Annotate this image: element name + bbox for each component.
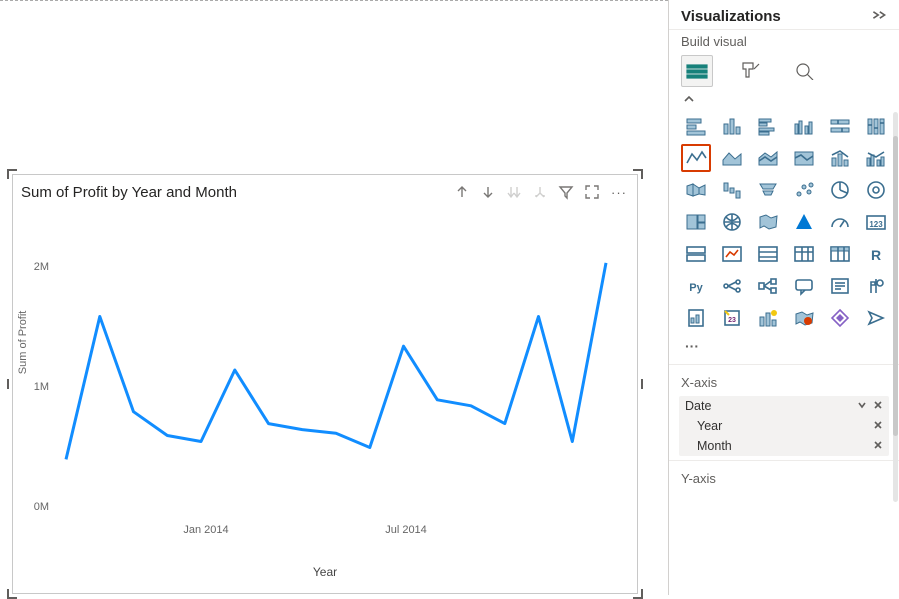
viz-area-chart[interactable] xyxy=(717,144,747,172)
drill-down-icon[interactable] xyxy=(479,183,497,201)
viz-stacked-column[interactable] xyxy=(717,112,747,140)
filter-icon[interactable] xyxy=(557,183,575,201)
panel-header: Visualizations xyxy=(669,0,899,30)
more-visuals-icon[interactable]: ··· xyxy=(669,338,899,364)
viz-stacked-area[interactable] xyxy=(753,144,783,172)
viz-pie[interactable] xyxy=(825,176,855,204)
expand-all-icon[interactable] xyxy=(531,183,549,201)
viz-map[interactable] xyxy=(717,208,747,236)
plot-area: Sum of Profit 0M 1M 2M Jan 2014 Jul 2014 xyxy=(21,215,629,563)
viz-table[interactable] xyxy=(789,240,819,268)
viz-card[interactable]: 123 xyxy=(861,208,891,236)
viz-clustered-column[interactable] xyxy=(789,112,819,140)
visual-header: Sum of Profit by Year and Month ··· xyxy=(13,175,637,205)
viz-funnel[interactable] xyxy=(753,176,783,204)
chevron-up-icon[interactable] xyxy=(683,91,695,106)
remove-field-icon[interactable] xyxy=(873,419,883,433)
viz-key-influencers[interactable] xyxy=(717,272,747,300)
viz-paginated-report[interactable] xyxy=(681,304,711,332)
panel-tabs xyxy=(669,55,899,89)
chevron-down-icon[interactable] xyxy=(857,399,867,413)
viz-gauge[interactable] xyxy=(825,208,855,236)
viz-ribbon-chart[interactable] xyxy=(681,176,711,204)
viz-donut[interactable] xyxy=(861,176,891,204)
page-boundary xyxy=(0,0,668,4)
viz-matrix[interactable] xyxy=(825,240,855,268)
remove-field-icon[interactable] xyxy=(873,439,883,453)
svg-text:23: 23 xyxy=(728,317,736,324)
visual-title: Sum of Profit by Year and Month xyxy=(21,184,453,201)
line-chart-visual[interactable]: Sum of Profit by Year and Month ··· Sum … xyxy=(12,174,638,594)
svg-text:123: 123 xyxy=(869,220,883,229)
visualization-type-grid: 123 R Py 23 xyxy=(669,108,899,338)
chart-svg: 0M 1M 2M Jan 2014 Jul 2014 xyxy=(21,215,621,545)
more-options-icon[interactable]: ··· xyxy=(609,185,629,200)
viz-waterfall[interactable] xyxy=(717,176,747,204)
viz-stacked-bar[interactable] xyxy=(681,112,711,140)
visual-header-icons: ··· xyxy=(453,183,629,201)
viz-filled-map[interactable] xyxy=(753,208,783,236)
expand-next-level-icon[interactable] xyxy=(505,183,523,201)
viz-line-clustered-column[interactable] xyxy=(861,144,891,172)
y-axis-label: Sum of Profit xyxy=(17,311,29,375)
tab-build[interactable] xyxy=(681,55,713,87)
viz-line-stacked-column[interactable] xyxy=(825,144,855,172)
x-axis-section-label: X-axis xyxy=(669,364,899,396)
y-tick-1: 1M xyxy=(34,381,49,393)
svg-text:Py: Py xyxy=(689,282,703,294)
field-date[interactable]: Date xyxy=(679,396,889,416)
viz-decomposition-tree[interactable] xyxy=(753,272,783,300)
x-tick-jan: Jan 2014 xyxy=(183,524,228,536)
viz-power-automate[interactable] xyxy=(753,304,783,332)
viz-slicer[interactable] xyxy=(753,240,783,268)
x-tick-jul: Jul 2014 xyxy=(385,524,427,536)
viz-smart-narrative[interactable] xyxy=(825,272,855,300)
y-tick-0: 0M xyxy=(34,501,49,513)
viz-custom-visual[interactable] xyxy=(825,304,855,332)
viz-line-chart[interactable] xyxy=(681,144,711,172)
viz-100-stacked-area[interactable] xyxy=(789,144,819,172)
focus-mode-icon[interactable] xyxy=(583,183,601,201)
viz-power-apps[interactable]: 23 xyxy=(717,304,747,332)
viz-100-stacked-bar[interactable] xyxy=(825,112,855,140)
y-tick-2: 2M xyxy=(34,261,49,273)
collapse-panel-icon[interactable] xyxy=(871,9,887,24)
viz-get-more[interactable] xyxy=(861,304,891,332)
x-axis-field-well[interactable]: Date Year Month xyxy=(679,396,889,456)
field-month[interactable]: Month xyxy=(679,436,889,456)
viz-azure-map[interactable] xyxy=(789,208,819,236)
viz-r-script[interactable]: R xyxy=(861,240,891,268)
tab-format[interactable] xyxy=(735,55,767,87)
drill-up-icon[interactable] xyxy=(453,183,471,201)
viz-kpi[interactable] xyxy=(717,240,747,268)
viz-treemap[interactable] xyxy=(681,208,711,236)
y-axis-section-label: Y-axis xyxy=(669,460,899,492)
viz-multi-row-card[interactable] xyxy=(681,240,711,268)
field-year[interactable]: Year xyxy=(679,416,889,436)
viz-qa[interactable] xyxy=(789,272,819,300)
visualizations-panel: Visualizations Build visual xyxy=(668,0,899,595)
line-series xyxy=(66,263,606,460)
panel-scrollbar[interactable] xyxy=(893,112,898,502)
remove-field-icon[interactable] xyxy=(873,399,883,413)
viz-goals[interactable] xyxy=(861,272,891,300)
viz-arcgis[interactable] xyxy=(789,304,819,332)
viz-scatter[interactable] xyxy=(789,176,819,204)
x-axis-label: Year xyxy=(13,565,637,579)
svg-text:R: R xyxy=(871,247,881,263)
canvas-area[interactable]: Sum of Profit by Year and Month ··· Sum … xyxy=(0,0,668,595)
viz-100-stacked-column[interactable] xyxy=(861,112,891,140)
build-visual-label: Build visual xyxy=(669,30,899,55)
viz-clustered-bar[interactable] xyxy=(753,112,783,140)
tab-analytics[interactable] xyxy=(789,55,821,87)
panel-title: Visualizations xyxy=(681,8,871,25)
viz-python[interactable]: Py xyxy=(681,272,711,300)
